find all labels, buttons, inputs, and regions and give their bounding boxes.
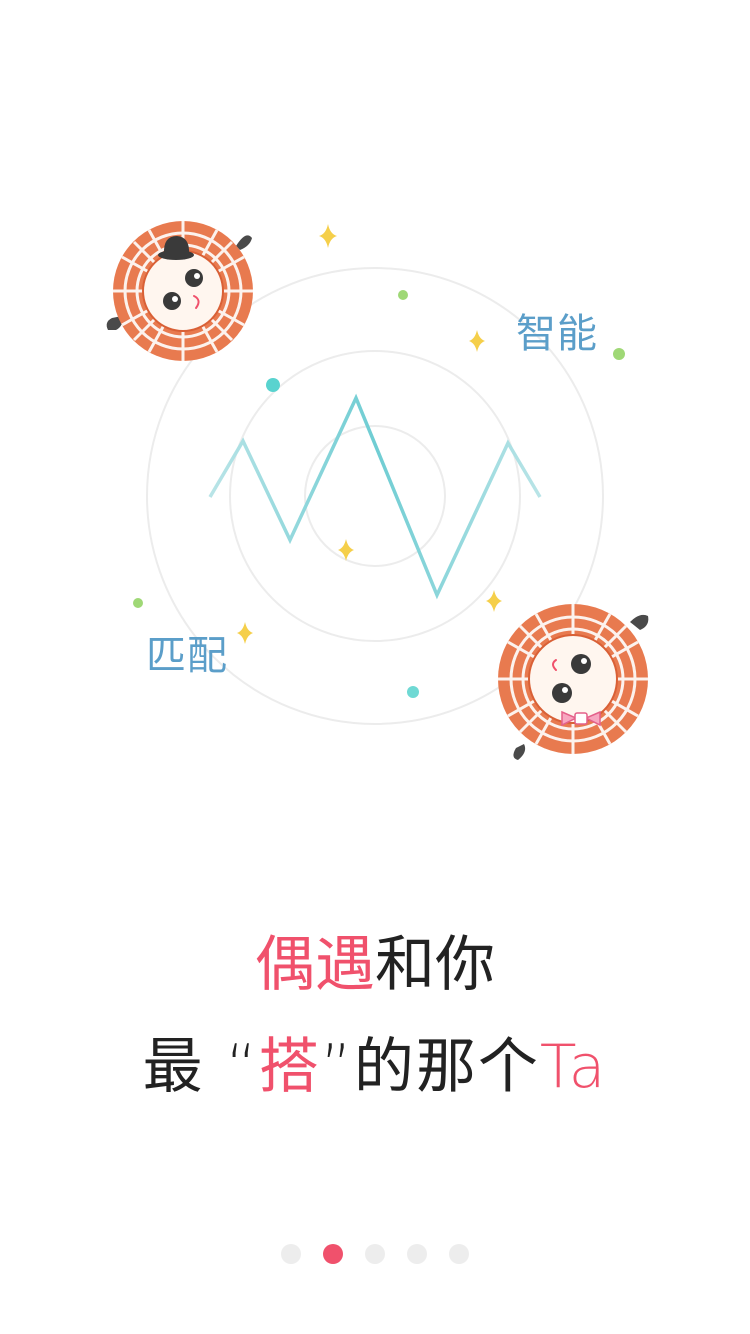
page-indicator-dot-1[interactable] [281, 1244, 301, 1264]
mascot-with-hat-icon [106, 221, 253, 361]
sparkle-star-icon [486, 590, 502, 612]
headline-open-quote: “ [225, 1032, 259, 1102]
headline-and-you: 和你 [375, 930, 495, 1000]
page-indicator-dot-4[interactable] [407, 1244, 427, 1264]
page-indicator [0, 1244, 750, 1264]
decor-dot [133, 598, 143, 608]
tag-match-label: 匹配 [146, 633, 228, 679]
onboarding-illustration [100, 221, 650, 760]
headline-highlight-encounter: 偶遇 [255, 930, 375, 1000]
decor-dot [266, 378, 280, 392]
decor-dot [398, 290, 408, 300]
decor-dot [613, 348, 625, 360]
page-indicator-dot-5[interactable] [449, 1244, 469, 1264]
headline-highlight-match: 搭 [258, 1032, 321, 1102]
decor-dot [407, 686, 419, 698]
headline-line-2: 最 “搭”的那个Ta [0, 1037, 750, 1097]
headline-line-1: 偶遇和你 [0, 935, 750, 995]
page-indicator-dot-2[interactable] [323, 1244, 343, 1264]
tag-smart-label: 智能 [516, 311, 598, 357]
headline-the-one: 的那个 [353, 1032, 540, 1102]
page-indicator-dot-3[interactable] [365, 1244, 385, 1264]
sparkle-star-icon [469, 330, 485, 352]
sparkle-star-icon [237, 622, 253, 644]
headline-most: 最 [142, 1032, 205, 1102]
sparkle-star-icon [319, 224, 337, 248]
mascot-with-bow-icon [498, 604, 649, 760]
headline-close-quote: ” [320, 1032, 354, 1102]
headline-ta: Ta [539, 1032, 608, 1102]
